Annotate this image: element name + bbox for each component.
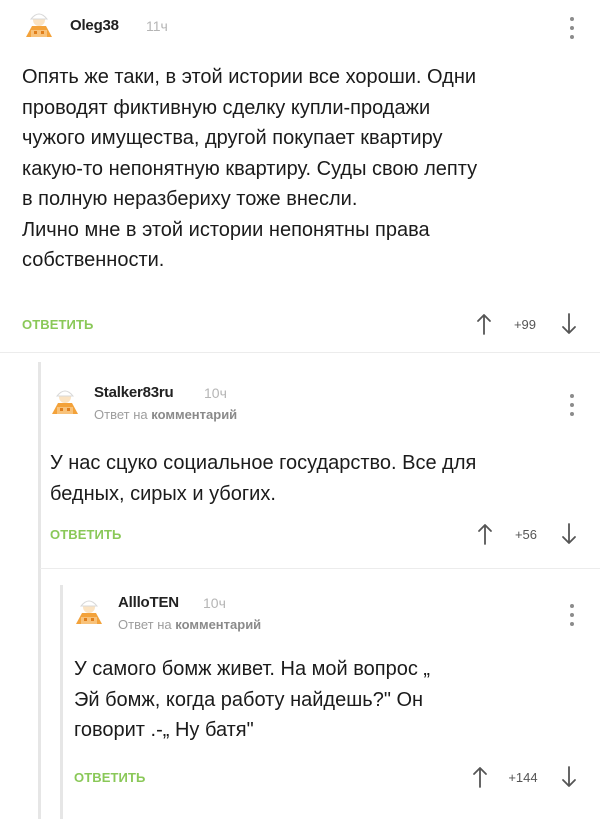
comment-thread: Oleg38 11ч Опять же таки, в этой истории… <box>0 0 600 819</box>
comment: Oleg38 11ч Опять же таки, в этой истории… <box>0 0 600 350</box>
comment-time: 10ч <box>204 385 227 401</box>
default-avatar-icon[interactable] <box>48 387 82 417</box>
arrow-up-icon[interactable] <box>476 313 492 335</box>
arrow-down-icon[interactable] <box>561 313 577 335</box>
reply-button[interactable]: ОТВЕТИТЬ <box>22 317 93 332</box>
comment-text: У нас сцуко социальное государство. Все … <box>50 452 477 505</box>
vote-score: +99 <box>513 317 537 332</box>
more-options-icon[interactable] <box>567 394 577 416</box>
vote-score: +144 <box>508 770 538 785</box>
comment-time: 10ч <box>203 595 226 611</box>
reply-to-link[interactable]: комментарий <box>175 617 261 632</box>
comment: AllloTEN 10ч Ответ на комментарий У само… <box>60 585 600 819</box>
comment-author[interactable]: Stalker83ru <box>94 384 174 401</box>
comment-divider <box>40 568 600 569</box>
comment-author[interactable]: AllloTEN <box>118 594 179 611</box>
arrow-up-icon[interactable] <box>472 766 488 788</box>
reply-to-label: Ответ на комментарий <box>94 407 237 422</box>
reply-to-prefix: Ответ на <box>94 407 148 422</box>
arrow-up-icon[interactable] <box>477 523 493 545</box>
vote-score: +56 <box>514 527 538 542</box>
comment-divider <box>0 352 600 353</box>
reply-to-prefix: Ответ на <box>118 617 172 632</box>
reply-button[interactable]: ОТВЕТИТЬ <box>50 527 121 542</box>
arrow-down-icon[interactable] <box>561 766 577 788</box>
comment-time: 11ч <box>146 18 168 34</box>
arrow-down-icon[interactable] <box>561 523 577 545</box>
more-options-icon[interactable] <box>567 604 577 626</box>
comment-author[interactable]: Oleg38 <box>70 17 119 34</box>
reply-button[interactable]: ОТВЕТИТЬ <box>74 770 145 785</box>
reply-to-link[interactable]: комментарий <box>151 407 237 422</box>
comment-text: У самого бомж живет. На мой вопрос „ Эй … <box>74 658 431 741</box>
default-avatar-icon[interactable] <box>72 597 106 627</box>
more-options-icon[interactable] <box>567 17 577 39</box>
comment-text: Опять же таки, в этой истории все хороши… <box>22 66 478 271</box>
comment: Stalker83ru 10ч Ответ на комментарий У н… <box>38 362 600 562</box>
reply-to-label: Ответ на комментарий <box>118 617 261 632</box>
default-avatar-icon[interactable] <box>22 10 56 40</box>
